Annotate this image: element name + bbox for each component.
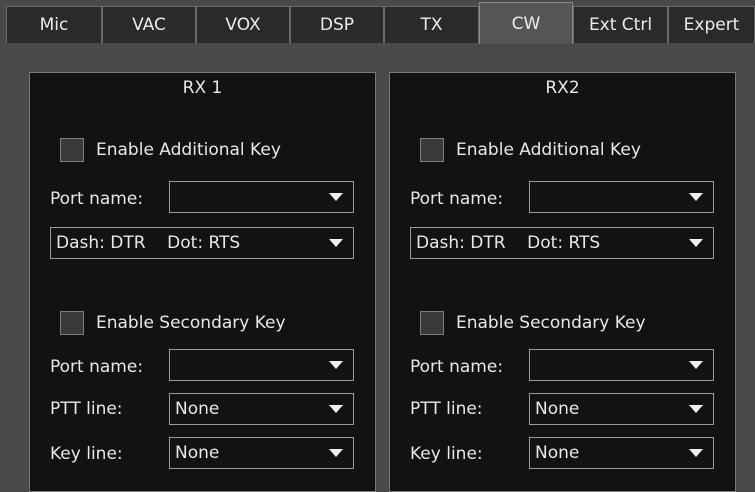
checkbox-box[interactable]	[60, 311, 84, 335]
port-name-dropdown[interactable]	[529, 349, 714, 381]
tab-bar: Mic VAC VOX DSP TX CW Ext Ctrl Expert	[0, 0, 755, 48]
port-name-dropdown[interactable]	[169, 181, 354, 213]
ptt-line-dropdown[interactable]: None	[529, 393, 714, 425]
tab-tx[interactable]: TX	[384, 6, 479, 43]
dropdown-value: None	[175, 399, 220, 419]
chevron-down-icon	[689, 193, 703, 201]
tab-label: Mic	[39, 15, 69, 35]
rx2-panel: RX2 Enable Additional Key Port name: Das…	[389, 72, 736, 492]
tab-label: TX	[420, 15, 443, 35]
key-line-dropdown[interactable]: None	[169, 437, 354, 469]
port-name-label: Port name:	[410, 357, 504, 377]
key-line-dropdown[interactable]: None	[529, 437, 714, 469]
tab-label: DSP	[319, 15, 355, 35]
dropdown-value: None	[535, 399, 580, 419]
checkbox-box[interactable]	[60, 138, 84, 162]
checkbox-label: Enable Secondary Key	[96, 313, 286, 333]
enable-additional-key-checkbox[interactable]: Enable Additional Key	[60, 138, 281, 162]
chevron-down-icon	[329, 405, 343, 413]
port-name-dropdown[interactable]	[169, 349, 354, 381]
port-name-dropdown[interactable]	[529, 181, 714, 213]
tab-vac[interactable]: VAC	[102, 6, 196, 43]
chevron-down-icon	[329, 239, 343, 247]
ptt-line-label: PTT line:	[410, 399, 483, 419]
chevron-down-icon	[329, 449, 343, 457]
chevron-down-icon	[689, 405, 703, 413]
port-name-label: Port name:	[50, 357, 144, 377]
tab-expert[interactable]: Expert	[668, 6, 755, 43]
port-name-label: Port name:	[50, 189, 144, 209]
tab-label: VAC	[132, 15, 166, 35]
dropdown-value: Dash: DTR Dot: RTS	[56, 233, 241, 253]
tab-label: Ext Ctrl	[588, 15, 653, 35]
chevron-down-icon	[689, 449, 703, 457]
port-name-label: Port name:	[410, 189, 504, 209]
tab-vox[interactable]: VOX	[196, 6, 290, 43]
tab-mic[interactable]: Mic	[6, 6, 102, 43]
chevron-down-icon	[689, 239, 703, 247]
chevron-down-icon	[329, 193, 343, 201]
dropdown-value: None	[175, 443, 220, 463]
dash-dot-dropdown[interactable]: Dash: DTR Dot: RTS	[410, 227, 714, 259]
key-line-label: Key line:	[410, 444, 483, 464]
tab-label: CW	[511, 13, 541, 34]
checkbox-label: Enable Additional Key	[96, 140, 281, 160]
enable-additional-key-checkbox[interactable]: Enable Additional Key	[420, 138, 641, 162]
checkbox-label: Enable Secondary Key	[456, 313, 646, 333]
panel-title: RX2	[545, 78, 580, 98]
key-line-label: Key line:	[50, 444, 123, 464]
rx1-panel: RX 1 Enable Additional Key Port name: Da…	[29, 72, 376, 492]
ptt-line-dropdown[interactable]: None	[169, 393, 354, 425]
ptt-line-label: PTT line:	[50, 399, 123, 419]
tab-ext-ctrl[interactable]: Ext Ctrl	[573, 6, 668, 43]
tab-label: Expert	[683, 15, 740, 35]
tab-dsp[interactable]: DSP	[290, 6, 384, 43]
enable-secondary-key-checkbox[interactable]: Enable Secondary Key	[60, 311, 286, 335]
checkbox-label: Enable Additional Key	[456, 140, 641, 160]
tab-label: VOX	[225, 15, 261, 35]
chevron-down-icon	[329, 361, 343, 369]
tab-cw[interactable]: CW	[479, 2, 573, 44]
enable-secondary-key-checkbox[interactable]: Enable Secondary Key	[420, 311, 646, 335]
chevron-down-icon	[689, 361, 703, 369]
panel-title: RX 1	[182, 78, 223, 98]
dropdown-value: None	[535, 443, 580, 463]
checkbox-box[interactable]	[420, 311, 444, 335]
dash-dot-dropdown[interactable]: Dash: DTR Dot: RTS	[50, 227, 354, 259]
checkbox-box[interactable]	[420, 138, 444, 162]
dropdown-value: Dash: DTR Dot: RTS	[416, 233, 601, 253]
